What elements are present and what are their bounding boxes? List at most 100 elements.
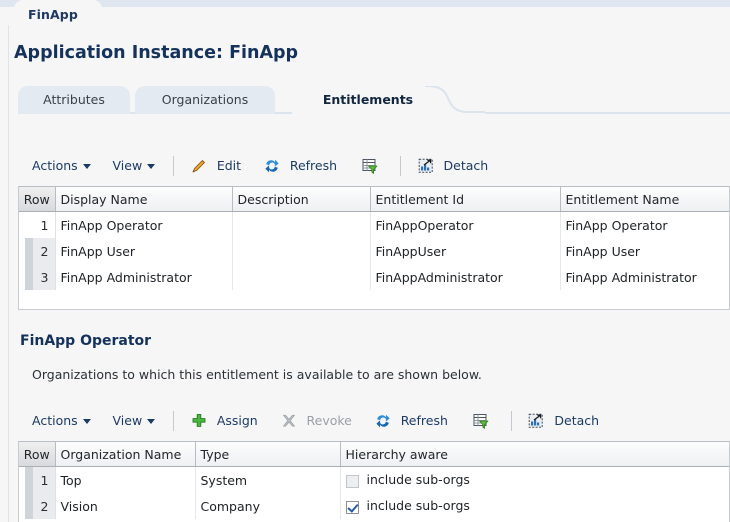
cell-type: System — [195, 466, 341, 493]
hierarchy-aware-label: include sub-orgs — [366, 497, 470, 513]
toolbar-separator — [399, 156, 401, 176]
entitlements-table[interactable]: Row Display Name Description Entitlement… — [18, 186, 730, 310]
cell-entitlement-name: FinApp User — [560, 238, 729, 264]
column-header-entitlement-id[interactable]: Entitlement Id — [370, 187, 561, 212]
table-row[interactable]: 3 FinApp Administrator FinAppAdministrat… — [19, 264, 729, 290]
tab-strip: Attributes Organizations Entitlements — [18, 86, 730, 114]
organizations-view-menu[interactable]: View — [111, 408, 160, 434]
cell-entitlement-id: FinAppAdministrator — [370, 264, 561, 290]
tab-attributes[interactable]: Attributes — [18, 86, 130, 114]
page-left-rule — [8, 25, 9, 522]
cell-entitlement-name: FinApp Administrator — [560, 264, 729, 290]
cell-display-name: FinApp Administrator — [55, 264, 233, 290]
column-header-row[interactable]: Row — [19, 442, 56, 467]
organizations-table[interactable]: Row Organization Name Type Hierarchy awa… — [18, 441, 730, 522]
assign-label: Assign — [216, 413, 258, 428]
row-number[interactable]: 1 — [19, 211, 56, 238]
cell-entitlement-id: FinAppUser — [370, 238, 561, 264]
page-title: Application Instance: FinApp — [14, 43, 299, 63]
cell-entitlement-name: FinApp Operator — [560, 211, 729, 238]
query-by-example-button[interactable] — [470, 408, 497, 434]
top-band — [0, 0, 730, 7]
table-header-row: Row Display Name Description Entitlement… — [19, 187, 729, 212]
row-number[interactable]: 2 — [19, 238, 56, 264]
detail-section-title: FinApp Operator — [20, 333, 152, 349]
assign-button[interactable]: Assign — [188, 408, 260, 434]
query-by-example-icon — [472, 412, 490, 430]
column-header-description[interactable]: Description — [232, 187, 371, 212]
hierarchy-aware-checkbox[interactable] — [345, 500, 359, 514]
entitlements-toolbar: Actions View Edit Refresh Detach — [30, 153, 504, 179]
table-row[interactable]: 1 FinApp Operator FinAppOperator FinApp … — [19, 211, 729, 238]
entitlements-actions-label: Actions — [32, 158, 78, 173]
tab-entitlements[interactable]: Entitlements — [292, 86, 444, 114]
cell-hierarchy-aware: include sub-orgs — [340, 493, 729, 519]
toolbar-separator — [173, 156, 174, 176]
column-header-hierarchy-aware[interactable]: Hierarchy aware — [340, 442, 729, 467]
organizations-actions-menu[interactable]: Actions — [30, 408, 95, 434]
chevron-down-icon — [82, 419, 91, 424]
cell-display-name: FinApp Operator — [55, 211, 233, 238]
tab-organizations[interactable]: Organizations — [135, 86, 275, 114]
detach-icon — [417, 157, 435, 175]
row-number[interactable]: 3 — [19, 264, 56, 290]
table-row[interactable]: 2 Vision Company include sub-orgs — [19, 493, 729, 519]
organizations-actions-label: Actions — [32, 413, 78, 428]
detach-label: Detach — [554, 413, 600, 428]
table-row[interactable]: 1 Top System include sub-orgs — [19, 466, 729, 493]
refresh-icon — [263, 157, 281, 175]
refresh-icon — [374, 412, 392, 430]
query-by-example-icon — [361, 157, 379, 175]
refresh-label: Refresh — [289, 158, 338, 173]
column-header-entitlement-name[interactable]: Entitlement Name — [560, 187, 729, 212]
column-header-organization-name[interactable]: Organization Name — [55, 442, 196, 467]
cell-display-name: FinApp User — [55, 238, 233, 264]
revoke-label: Revoke — [306, 413, 352, 428]
cell-organization-name: Vision — [55, 493, 196, 519]
chevron-down-icon — [82, 164, 91, 169]
organizations-toolbar: Actions View Assign Revoke Refresh Detac… — [30, 408, 615, 434]
detach-button[interactable]: Detach — [415, 153, 491, 179]
column-header-display-name[interactable]: Display Name — [55, 187, 233, 212]
detach-label: Detach — [443, 158, 489, 173]
refresh-label: Refresh — [400, 413, 448, 428]
cell-organization-name: Top — [55, 466, 196, 493]
row-number[interactable]: 1 — [19, 466, 56, 493]
cell-description — [232, 264, 371, 290]
table-header-row: Row Organization Name Type Hierarchy awa… — [19, 442, 729, 467]
revoke-button: Revoke — [278, 408, 354, 434]
table-row[interactable]: 2 FinApp User FinAppUser FinApp User — [19, 238, 729, 264]
organizations-view-label: View — [112, 413, 143, 428]
detail-section-description: Organizations to which this entitlement … — [32, 367, 482, 382]
column-header-row[interactable]: Row — [19, 187, 56, 212]
entitlements-actions-menu[interactable]: Actions — [30, 153, 95, 179]
cell-entitlement-id: FinAppOperator — [370, 211, 561, 238]
toolbar-separator — [173, 411, 174, 431]
detach-icon — [527, 412, 545, 430]
entitlements-view-label: View — [112, 158, 143, 173]
refresh-button[interactable]: Refresh — [261, 153, 339, 179]
refresh-button[interactable]: Refresh — [372, 408, 450, 434]
revoke-x-icon — [280, 412, 298, 430]
application-instance-page: FinApp Application Instance: FinApp Attr… — [0, 0, 730, 522]
entitlements-view-menu[interactable]: View — [111, 153, 160, 179]
pencil-icon — [190, 157, 208, 175]
column-header-type[interactable]: Type — [195, 442, 341, 467]
cell-description — [232, 211, 371, 238]
chevron-down-icon — [147, 164, 156, 169]
edit-label: Edit — [216, 158, 242, 173]
breadcrumb-tab-label: FinApp — [28, 7, 78, 22]
breadcrumb-tab-finapp[interactable]: FinApp — [14, 0, 102, 25]
query-by-example-button[interactable] — [359, 153, 386, 179]
plus-icon — [190, 412, 208, 430]
cell-hierarchy-aware: include sub-orgs — [340, 466, 729, 493]
active-tab-trailing-edge — [425, 86, 485, 114]
cell-description — [232, 238, 371, 264]
row-number[interactable]: 2 — [19, 493, 56, 519]
cell-type: Company — [195, 493, 341, 519]
toolbar-separator — [510, 411, 512, 431]
hierarchy-aware-label: include sub-orgs — [366, 471, 470, 487]
hierarchy-aware-checkbox — [345, 474, 359, 488]
edit-button[interactable]: Edit — [188, 153, 243, 179]
detach-button[interactable]: Detach — [525, 408, 601, 434]
